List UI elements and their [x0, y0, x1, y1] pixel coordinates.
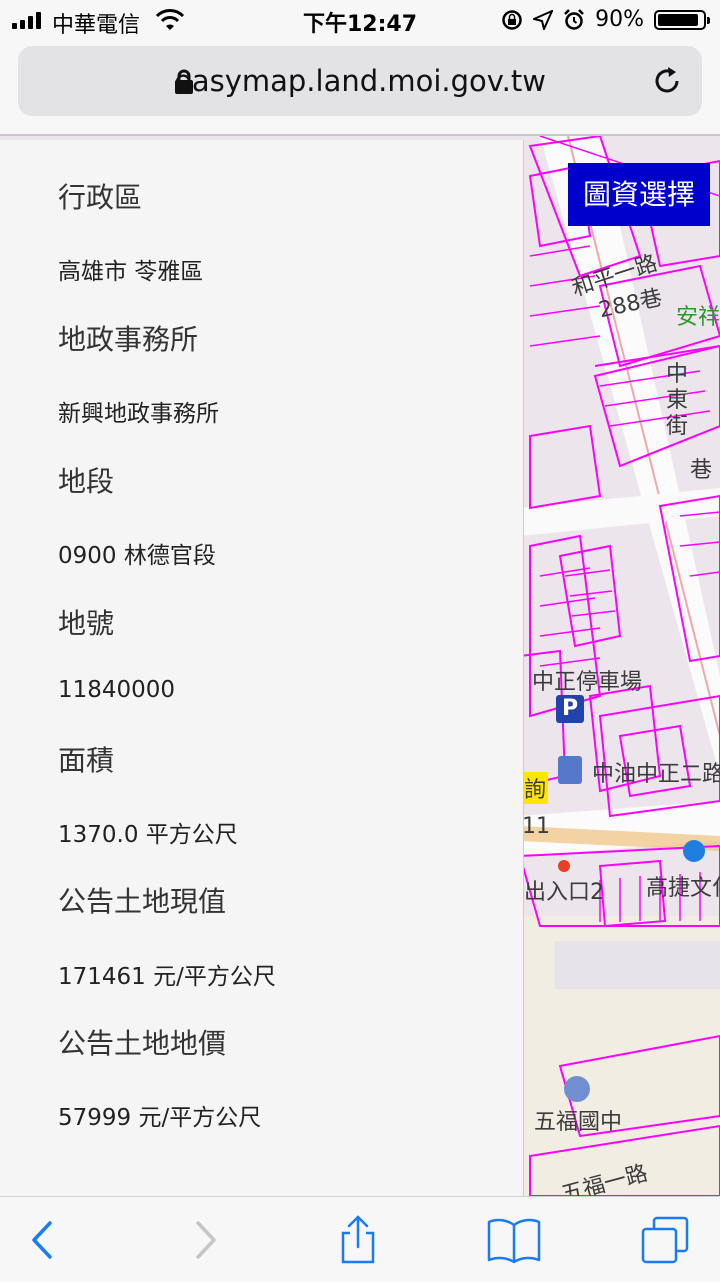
map-label-street: 中東街	[666, 362, 689, 439]
forward-icon[interactable]	[180, 1215, 230, 1265]
map-label-inquiry: 詢	[522, 772, 549, 804]
map-label-anxiang: 安祥	[676, 305, 720, 330]
reload-icon[interactable]	[650, 64, 684, 98]
parcel-info-panel: 行政區 高雄市 苓雅區 地政事務所 新興地政事務所 地段 0900 林德官段 地…	[0, 140, 524, 1196]
section-label: 地段	[58, 465, 115, 498]
map-label-parking: 中正停車場	[532, 670, 643, 695]
parking-icon: P	[556, 695, 584, 723]
land-office-label: 地政事務所	[58, 323, 199, 356]
back-icon[interactable]	[20, 1215, 70, 1265]
battery-percent: 90%	[595, 7, 644, 32]
lot-number-value: 11840000	[58, 677, 176, 703]
map-label-lane2: 巷	[690, 458, 713, 483]
rotation-lock-icon	[502, 9, 522, 30]
location-arrow-icon	[533, 9, 554, 30]
tabs-icon[interactable]	[640, 1215, 690, 1265]
map-label-school: 五福國中	[534, 1110, 623, 1135]
mrt-exit-icon	[558, 860, 570, 872]
map-label-number: 11	[522, 814, 550, 839]
lot-number-label: 地號	[58, 607, 115, 640]
area-label: 面積	[58, 744, 115, 777]
land-price-value: 57999 元/平方公尺	[58, 1105, 262, 1131]
land-value-label: 公告土地現值	[58, 885, 227, 918]
gas-station-icon	[558, 756, 582, 784]
map-label-exit: 出入口2	[524, 880, 604, 905]
section-value: 0900 林德官段	[58, 543, 216, 569]
url-text[interactable]: easymap.land.moi.gov.tw	[18, 64, 702, 98]
bookmarks-icon[interactable]	[486, 1215, 542, 1265]
land-office-value: 新興地政事務所	[58, 401, 219, 427]
land-price-label: 公告土地地價	[58, 1027, 227, 1060]
address-bar[interactable]: easymap.land.moi.gov.tw	[18, 46, 702, 116]
land-value-value: 171461 元/平方公尺	[58, 964, 276, 990]
area-value: 1370.0 平方公尺	[58, 822, 238, 848]
browser-address-area: easymap.land.moi.gov.tw	[0, 40, 720, 136]
battery-icon	[654, 9, 710, 30]
map-label-mrt: 高捷文化	[646, 876, 720, 901]
map-layer-select-button[interactable]: 圖資選擇	[568, 163, 710, 226]
status-bar: 中華電信 下午12:47 90%	[0, 0, 720, 40]
alarm-icon	[564, 8, 584, 30]
metro-icon	[683, 840, 705, 862]
map-label-gas: 中油中正二路	[592, 762, 720, 787]
district-value: 高雄市 苓雅區	[58, 259, 204, 285]
browser-toolbar	[0, 1196, 720, 1282]
district-label: 行政區	[58, 181, 143, 214]
school-icon	[564, 1076, 590, 1102]
share-icon[interactable]	[333, 1215, 383, 1265]
